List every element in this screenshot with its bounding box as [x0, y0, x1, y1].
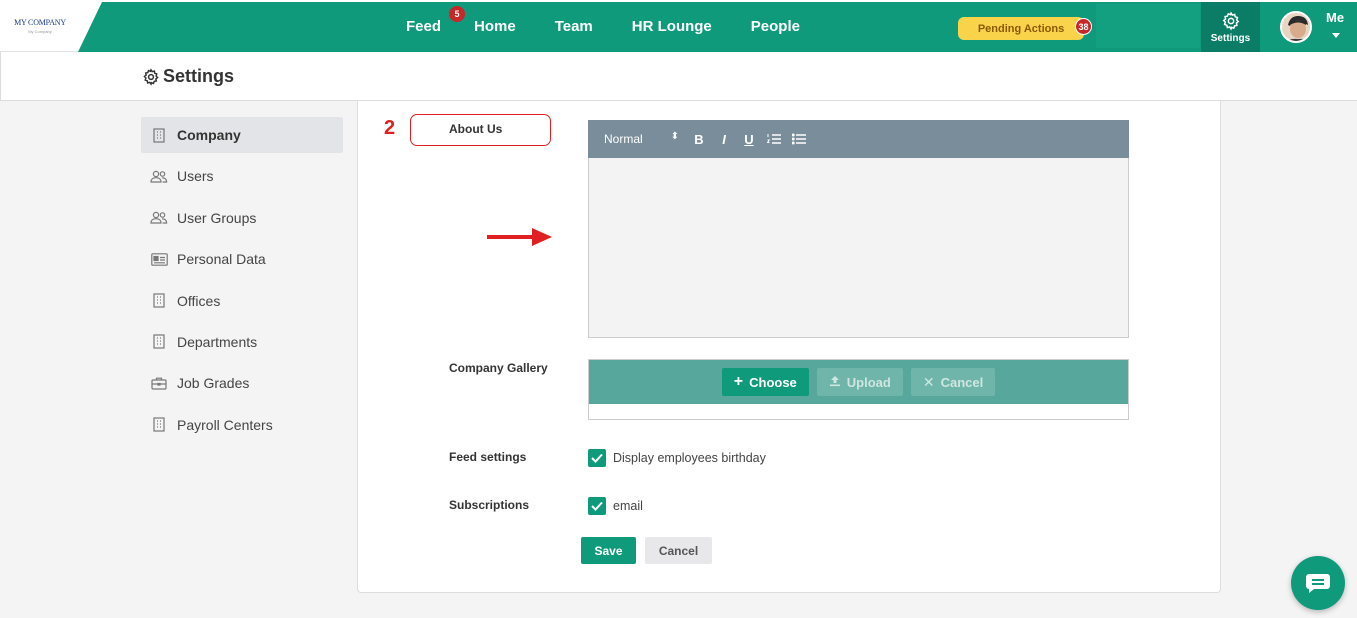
- cancel-upload-label: Cancel: [940, 374, 984, 390]
- sidebar-item-label: Offices: [177, 292, 221, 309]
- annotation-step-number: 2: [384, 117, 396, 139]
- pending-actions-label: Pending Actions: [977, 22, 1065, 35]
- company-gallery-label: Company Gallery: [449, 361, 548, 375]
- sidebar-item-company[interactable]: Company: [141, 117, 343, 153]
- subscriptions-label: Subscriptions: [449, 498, 530, 512]
- nav-home[interactable]: Home: [474, 18, 516, 35]
- sidebar-item-departments[interactable]: Departments: [141, 324, 343, 360]
- birthday-checkbox-label: Display employees birthday: [613, 451, 766, 465]
- ordered-list-button[interactable]: [762, 129, 786, 149]
- settings-nav-button[interactable]: Settings: [1201, 2, 1260, 52]
- nav-hr-lounge[interactable]: HR Lounge: [632, 18, 712, 35]
- sidebar-item-label: Company: [177, 127, 241, 143]
- plus-icon: +: [733, 373, 744, 390]
- settings-nav-label: Settings: [1210, 32, 1251, 44]
- briefcase-icon: [150, 375, 168, 391]
- company-gallery-upload: + Choose Upload ✕ Cancel: [588, 359, 1129, 420]
- feed-notification-badge: 5: [449, 5, 466, 22]
- text-size-select[interactable]: Normal: [604, 131, 687, 146]
- close-icon: ✕: [922, 373, 935, 390]
- about-us-editor[interactable]: [588, 158, 1129, 338]
- chat-icon: [1306, 574, 1330, 593]
- page-header: Settings: [0, 52, 1357, 101]
- rich-text-toolbar: Normal B I U: [588, 120, 1129, 158]
- id-card-icon: [150, 251, 168, 267]
- bullet-list-button[interactable]: [787, 129, 811, 149]
- sidebar-item-user-groups[interactable]: User Groups: [141, 200, 343, 236]
- building-icon: [150, 127, 168, 143]
- sidebar-item-payroll-centers[interactable]: Payroll Centers: [141, 407, 343, 443]
- chat-button[interactable]: [1291, 556, 1345, 610]
- sidebar-item-personal-data[interactable]: Personal Data: [141, 241, 343, 277]
- gallery-toolbar: + Choose Upload ✕ Cancel: [589, 360, 1128, 404]
- feed-settings-label: Feed settings: [449, 450, 527, 464]
- logo-subtext: My Company: [28, 29, 52, 34]
- about-us-label: About Us: [410, 114, 551, 146]
- nav-feed-label: Feed: [406, 17, 442, 35]
- nav-team[interactable]: Team: [555, 18, 593, 35]
- users-icon: [150, 168, 168, 184]
- upload-label: Upload: [846, 374, 891, 390]
- choose-button[interactable]: + Choose: [721, 368, 809, 396]
- user-menu-label[interactable]: Me: [1326, 10, 1344, 25]
- users-icon: [150, 210, 168, 226]
- sidebar-item-label: Users: [177, 168, 214, 185]
- cancel-upload-button[interactable]: ✕ Cancel: [910, 368, 996, 396]
- sidebar-item-label: Personal Data: [177, 251, 266, 268]
- gear-icon: [1222, 10, 1239, 31]
- save-button[interactable]: Save: [581, 537, 636, 564]
- sidebar-item-offices[interactable]: Offices: [141, 283, 343, 319]
- cancel-button[interactable]: Cancel: [645, 537, 712, 564]
- sidebar-item-label: Departments: [177, 333, 258, 350]
- building-icon: [150, 293, 168, 309]
- email-subscription-label: email: [613, 499, 643, 513]
- company-logo[interactable]: MY COMPANY My Company: [4, 4, 76, 48]
- user-avatar[interactable]: [1280, 11, 1312, 43]
- building-icon: [150, 334, 168, 350]
- sidebar-item-users[interactable]: Users: [141, 158, 343, 194]
- sidebar-item-label: Job Grades: [177, 375, 250, 392]
- nav-people[interactable]: People: [751, 18, 800, 35]
- sidebar-item-label: User Groups: [177, 209, 257, 226]
- gear-icon: [143, 67, 159, 86]
- logo-text: MY COMPANY: [14, 18, 66, 27]
- choose-label: Choose: [749, 374, 797, 390]
- main-nav: Feed 5 Home Team HR Lounge People: [406, 0, 839, 52]
- check-icon: [591, 501, 603, 511]
- page-title: Settings: [142, 66, 234, 87]
- page-title-text: Settings: [163, 66, 235, 86]
- user-menu-caret-icon[interactable]: [1332, 33, 1340, 38]
- ordered-list-icon: [767, 134, 781, 144]
- nav-feed[interactable]: Feed 5: [406, 5, 466, 35]
- check-icon: [591, 453, 603, 463]
- bold-button[interactable]: B: [687, 129, 711, 149]
- birthday-checkbox[interactable]: [588, 449, 606, 467]
- upload-icon: [829, 375, 841, 390]
- navbar-blank-button[interactable]: [1096, 4, 1200, 48]
- settings-sidebar: Company Users User Groups Personal Data …: [141, 117, 343, 448]
- pending-actions-count: 38: [1075, 18, 1092, 35]
- upload-button[interactable]: Upload: [816, 368, 903, 396]
- sidebar-item-label: Payroll Centers: [177, 416, 273, 433]
- underline-button[interactable]: U: [737, 129, 761, 149]
- building-icon: [150, 417, 168, 433]
- pending-actions-button[interactable]: Pending Actions 38: [958, 17, 1092, 40]
- bullet-list-icon: [792, 133, 806, 145]
- italic-button[interactable]: I: [712, 129, 736, 149]
- email-subscription-checkbox[interactable]: [588, 497, 606, 515]
- sidebar-item-job-grades[interactable]: Job Grades: [141, 365, 343, 401]
- annotation-arrow-icon: [487, 228, 552, 246]
